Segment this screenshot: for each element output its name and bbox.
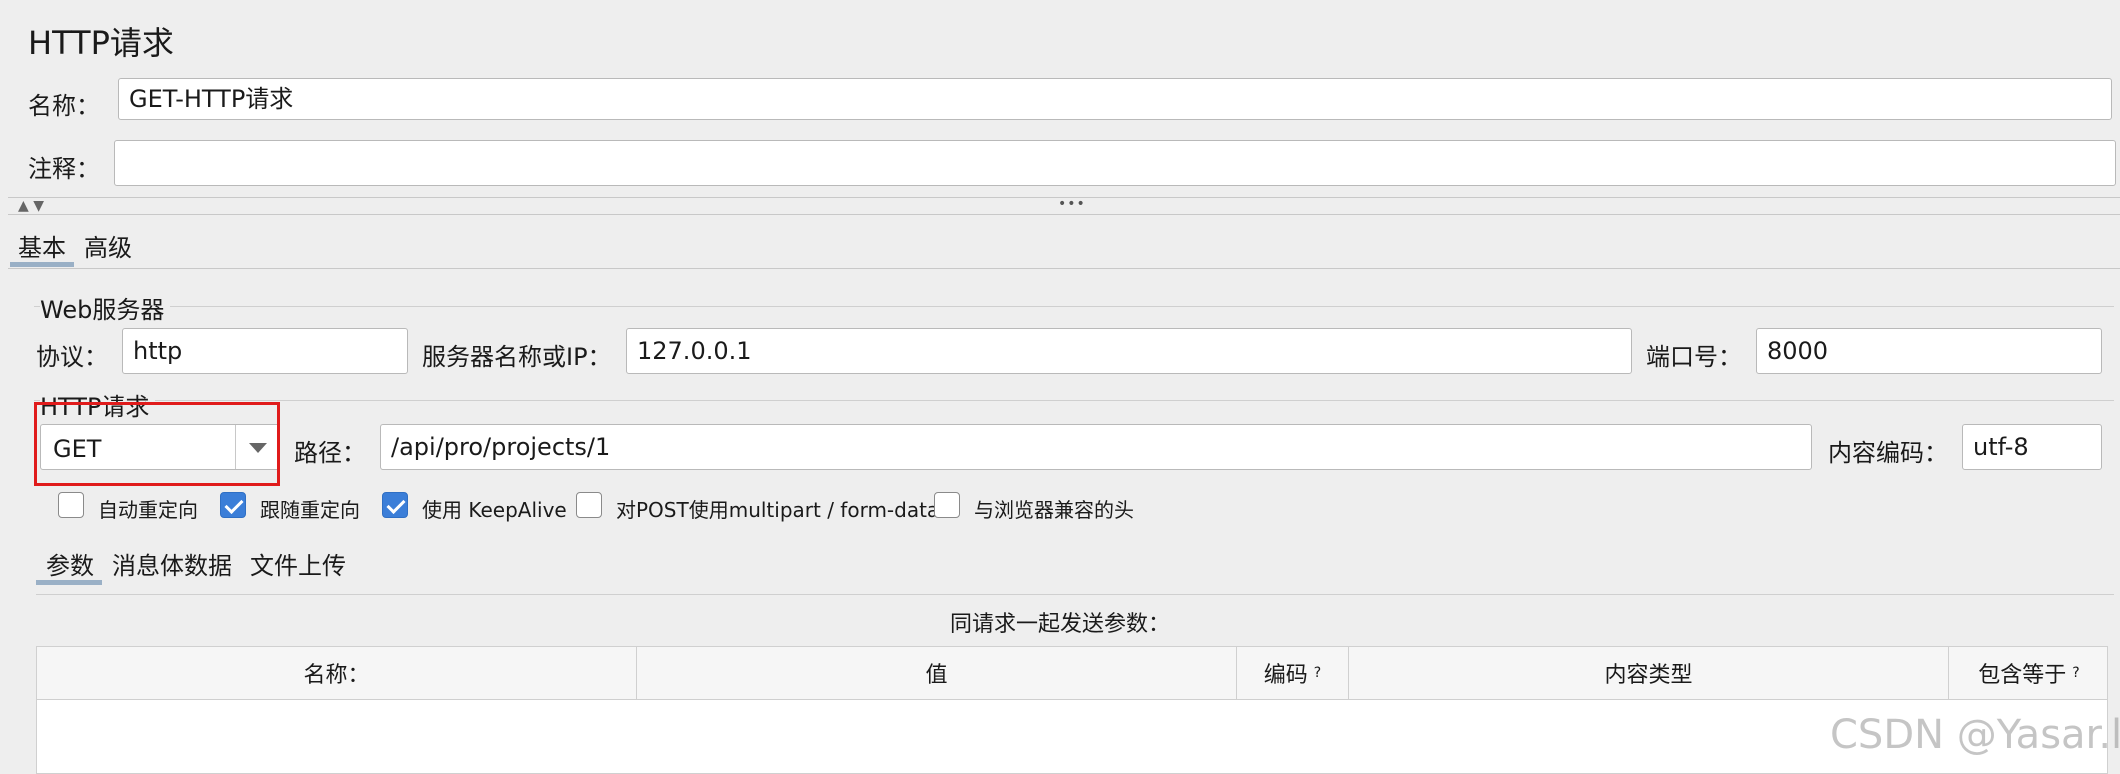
browser-headers-checkbox[interactable] bbox=[934, 492, 960, 518]
tab-basic-label: 基本 bbox=[18, 234, 66, 262]
collapse-arrows-icon[interactable]: ▲ ▼ bbox=[18, 198, 44, 214]
method-highlight-box bbox=[34, 402, 280, 486]
follow-redirect-checkbox[interactable] bbox=[220, 492, 246, 518]
column-header-value[interactable]: 值 bbox=[637, 647, 1237, 699]
column-header-name-label: 名称： bbox=[303, 663, 370, 688]
path-input[interactable]: /api/pro/projects/1 bbox=[380, 424, 1812, 470]
tab-basic[interactable]: 基本 bbox=[10, 224, 74, 267]
column-header-encode[interactable]: 编码? bbox=[1237, 647, 1349, 699]
splitter-handle[interactable]: ••• bbox=[1058, 196, 1086, 212]
path-label: 路径： bbox=[294, 439, 366, 467]
tab-parameters-label: 参数 bbox=[46, 552, 94, 580]
page-title: HTTP请求 bbox=[28, 24, 174, 62]
browser-headers-label: 与浏览器兼容的头 bbox=[974, 498, 1134, 522]
protocol-input[interactable]: http bbox=[122, 328, 408, 374]
web-server-group-border bbox=[34, 306, 2114, 307]
include-equals-help-icon[interactable]: ? bbox=[2072, 665, 2079, 681]
column-header-name[interactable]: 名称： bbox=[37, 647, 637, 699]
multipart-label: 对POST使用multipart / form-data bbox=[616, 498, 940, 522]
param-tabs-divider bbox=[36, 594, 2114, 595]
protocol-label: 协议： bbox=[36, 343, 108, 371]
column-header-include-equals-label: 包含等于 bbox=[1978, 663, 2067, 688]
column-header-include-equals[interactable]: 包含等于? bbox=[1949, 647, 2109, 699]
encoding-input[interactable]: utf-8 bbox=[1962, 424, 2102, 470]
name-label: 名称： bbox=[28, 92, 100, 120]
column-header-value-label: 值 bbox=[925, 663, 948, 688]
keepalive-label: 使用 KeepAlive bbox=[422, 498, 567, 522]
tab-advanced[interactable]: 高级 bbox=[84, 228, 132, 263]
params-table[interactable]: 名称： 值 编码? 内容类型 包含等于? bbox=[36, 646, 2108, 774]
params-caption: 同请求一起发送参数： bbox=[949, 612, 1170, 637]
params-table-header: 名称： 值 编码? 内容类型 包含等于? bbox=[37, 647, 2107, 700]
tabs-divider bbox=[8, 268, 2120, 269]
server-label: 服务器名称或IP： bbox=[422, 343, 612, 371]
column-header-content-type-label: 内容类型 bbox=[1604, 663, 1693, 688]
multipart-checkbox[interactable] bbox=[576, 492, 602, 518]
comment-input[interactable] bbox=[114, 140, 2116, 186]
follow-redirect-label: 跟随重定向 bbox=[260, 498, 360, 522]
auto-redirect-label: 自动重定向 bbox=[98, 498, 198, 522]
server-input[interactable]: 127.0.0.1 bbox=[626, 328, 1632, 374]
column-header-content-type[interactable]: 内容类型 bbox=[1349, 647, 1949, 699]
tab-parameters[interactable]: 参数 bbox=[36, 542, 102, 585]
name-input[interactable]: GET-HTTP请求 bbox=[118, 78, 2112, 120]
watermark: CSDN @Yasar.l bbox=[1830, 712, 2120, 758]
column-header-encode-label: 编码 bbox=[1263, 663, 1308, 688]
tab-file-upload[interactable]: 文件上传 bbox=[250, 546, 346, 581]
port-input[interactable]: 8000 bbox=[1756, 328, 2102, 374]
port-label: 端口号： bbox=[1646, 343, 1742, 371]
http-request-group-border bbox=[34, 400, 2114, 401]
auto-redirect-checkbox[interactable] bbox=[58, 492, 84, 518]
web-server-group-title: Web服务器 bbox=[40, 290, 171, 325]
encoding-label: 内容编码： bbox=[1828, 439, 1948, 467]
splitter-line-bottom bbox=[8, 214, 2120, 215]
keepalive-checkbox[interactable] bbox=[382, 492, 408, 518]
tab-body-data[interactable]: 消息体数据 bbox=[112, 546, 232, 581]
comment-label: 注释： bbox=[28, 155, 100, 183]
encode-help-icon[interactable]: ? bbox=[1314, 665, 1321, 681]
